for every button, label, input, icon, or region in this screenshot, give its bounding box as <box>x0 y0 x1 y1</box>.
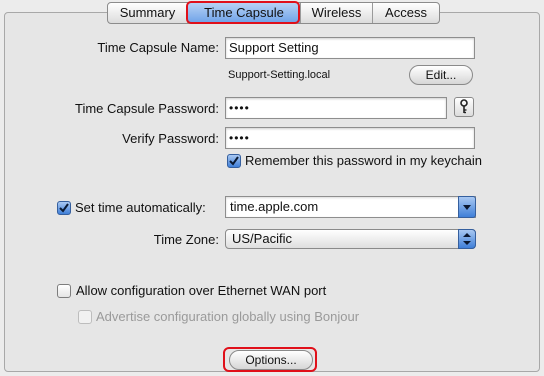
up-down-arrows-glyph <box>463 233 471 245</box>
name-label: Time Capsule Name: <box>97 40 219 55</box>
key-icon-glyph <box>460 99 468 114</box>
allow-wan-label: Allow configuration over Ethernet WAN po… <box>76 283 327 298</box>
time-server-combobox[interactable]: time.apple.com <box>225 196 476 218</box>
password-label: Time Capsule Password: <box>74 101 219 116</box>
up-down-arrows-icon <box>458 229 476 249</box>
remember-keychain-label: Remember this password in my keychain <box>245 153 482 168</box>
remember-keychain-checkbox[interactable] <box>227 154 241 168</box>
password-field[interactable]: •••• <box>225 97 447 119</box>
advertise-bonjour-checkbox[interactable] <box>78 310 92 324</box>
key-icon[interactable] <box>454 97 474 117</box>
verify-password-label: Verify Password: <box>122 131 219 146</box>
tab-summary[interactable]: Summary <box>108 3 188 23</box>
set-time-checkbox[interactable] <box>57 201 71 215</box>
tab-time-capsule[interactable]: Time Capsule <box>188 3 301 23</box>
verify-password-field[interactable]: •••• <box>225 127 475 149</box>
tab-access[interactable]: Access <box>373 3 439 23</box>
time-zone-label: Time Zone: <box>153 232 219 247</box>
name-field[interactable]: Support Setting <box>225 37 475 59</box>
local-hostname: Support-Setting.local <box>228 69 331 81</box>
chevron-down-glyph <box>463 205 471 210</box>
set-time-label: Set time automatically: <box>75 200 206 215</box>
options-button[interactable]: Options... <box>229 350 313 370</box>
chevron-down-icon[interactable] <box>458 196 476 218</box>
checkmark-icon <box>59 203 69 213</box>
tab-bar: Summary Time Capsule Wireless Access <box>107 2 440 24</box>
checkmark-icon <box>229 156 239 166</box>
time-zone-value: US/Pacific <box>232 231 292 246</box>
advertise-bonjour-label: Advertise configuration globally using B… <box>96 309 360 324</box>
edit-button[interactable]: Edit... <box>409 65 473 85</box>
allow-wan-checkbox[interactable] <box>57 284 71 298</box>
time-server-value: time.apple.com <box>230 199 319 214</box>
time-zone-popup[interactable]: US/Pacific <box>225 229 476 249</box>
tab-wireless[interactable]: Wireless <box>301 3 373 23</box>
